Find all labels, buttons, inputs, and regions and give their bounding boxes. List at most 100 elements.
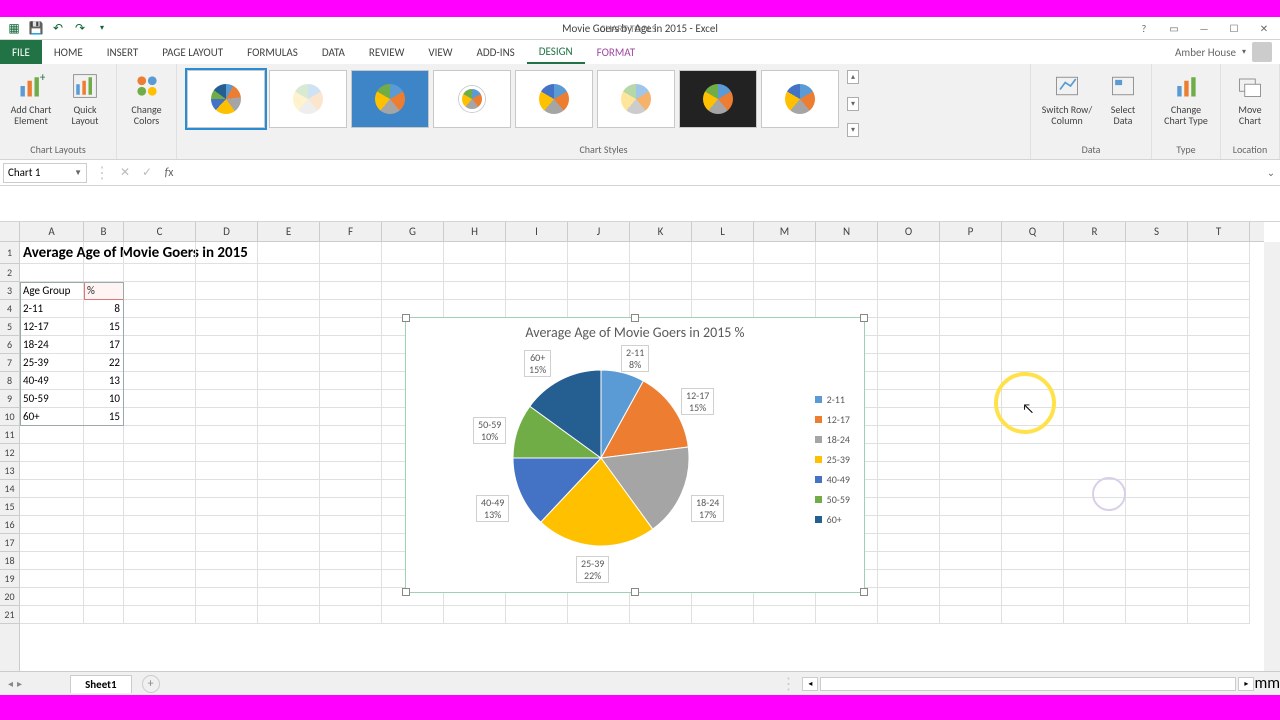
cell[interactable]: [1002, 552, 1064, 570]
move-chart-button[interactable]: Move Chart: [1227, 66, 1273, 141]
cell[interactable]: [320, 242, 382, 264]
row-header[interactable]: 4: [0, 300, 19, 318]
row-header[interactable]: 2: [0, 264, 19, 282]
legend-item[interactable]: 18-24: [815, 433, 850, 446]
cell[interactable]: [878, 516, 940, 534]
cell[interactable]: [506, 606, 568, 624]
cell[interactable]: [1126, 282, 1188, 300]
cell[interactable]: [692, 282, 754, 300]
cell[interactable]: [124, 264, 196, 282]
cell[interactable]: [878, 552, 940, 570]
redo-icon[interactable]: ↷: [72, 20, 88, 36]
cell[interactable]: [1002, 390, 1064, 408]
resize-handle-ne[interactable]: [860, 314, 868, 322]
cell[interactable]: [1126, 336, 1188, 354]
data-label[interactable]: 12-1715%: [681, 388, 714, 415]
cell[interactable]: [940, 498, 1002, 516]
cell[interactable]: [258, 282, 320, 300]
chart-style-1[interactable]: [187, 70, 265, 128]
cell[interactable]: [124, 480, 196, 498]
cell[interactable]: [692, 242, 754, 264]
cell[interactable]: [940, 354, 1002, 372]
tab-home[interactable]: HOME: [42, 40, 95, 64]
undo-icon[interactable]: ↶: [50, 20, 66, 36]
cell[interactable]: [1064, 462, 1126, 480]
row-header[interactable]: 9: [0, 390, 19, 408]
cell[interactable]: [940, 242, 1002, 264]
cell[interactable]: [258, 264, 320, 282]
cell[interactable]: [754, 282, 816, 300]
cell[interactable]: [1188, 354, 1250, 372]
cell[interactable]: [1064, 534, 1126, 552]
horizontal-scrollbar[interactable]: ⋮ ◂ ▸: [774, 676, 1254, 692]
data-label[interactable]: 2-118%: [621, 345, 649, 372]
cell[interactable]: [1126, 264, 1188, 282]
add-chart-element-button[interactable]: + Add Chart Element: [6, 66, 56, 141]
cell[interactable]: 2-11: [20, 300, 84, 318]
cell[interactable]: [124, 534, 196, 552]
cell[interactable]: [124, 390, 196, 408]
fx-icon[interactable]: fx: [158, 162, 180, 184]
tab-insert[interactable]: INSERT: [95, 40, 151, 64]
col-header[interactable]: C: [124, 222, 196, 241]
cell[interactable]: [816, 242, 878, 264]
cell[interactable]: [1188, 498, 1250, 516]
cell[interactable]: [878, 264, 940, 282]
cell[interactable]: [1064, 570, 1126, 588]
cell[interactable]: [1126, 444, 1188, 462]
cell[interactable]: %: [84, 282, 124, 300]
cell[interactable]: 60+: [20, 408, 84, 426]
cell[interactable]: Age Group: [20, 282, 84, 300]
cell[interactable]: 15: [84, 408, 124, 426]
cell[interactable]: [124, 606, 196, 624]
sheet-nav-prev-icon[interactable]: ◂: [8, 677, 13, 690]
cell[interactable]: [320, 588, 382, 606]
cell[interactable]: [1002, 588, 1064, 606]
cell[interactable]: [1188, 588, 1250, 606]
cell[interactable]: [754, 300, 816, 318]
cell[interactable]: [878, 444, 940, 462]
cell[interactable]: [84, 426, 124, 444]
resize-handle-se[interactable]: [860, 588, 868, 596]
cell[interactable]: [1002, 498, 1064, 516]
cell[interactable]: [940, 534, 1002, 552]
cell[interactable]: [258, 444, 320, 462]
cell[interactable]: [940, 462, 1002, 480]
row-header[interactable]: 3: [0, 282, 19, 300]
row-header[interactable]: 18: [0, 552, 19, 570]
cell[interactable]: [1126, 534, 1188, 552]
cell[interactable]: [1002, 516, 1064, 534]
cell[interactable]: [84, 242, 124, 264]
cell[interactable]: [1064, 264, 1126, 282]
cell[interactable]: [1064, 426, 1126, 444]
cell[interactable]: [1126, 516, 1188, 534]
close-icon[interactable]: ✕: [1250, 19, 1278, 37]
col-header[interactable]: H: [444, 222, 506, 241]
cell[interactable]: [1002, 318, 1064, 336]
cell[interactable]: [196, 242, 258, 264]
cell[interactable]: [320, 534, 382, 552]
legend-item[interactable]: 40-49: [815, 473, 850, 486]
cell[interactable]: [878, 390, 940, 408]
cell[interactable]: [940, 426, 1002, 444]
cell[interactable]: [1002, 354, 1064, 372]
cell[interactable]: [84, 498, 124, 516]
cell[interactable]: [878, 462, 940, 480]
data-label[interactable]: 18-2417%: [691, 495, 724, 522]
chart-style-3[interactable]: [351, 70, 429, 128]
cell[interactable]: [258, 552, 320, 570]
cell[interactable]: [84, 552, 124, 570]
cell[interactable]: [258, 390, 320, 408]
cell[interactable]: [20, 606, 84, 624]
row-header[interactable]: 21: [0, 606, 19, 624]
sheet-nav-next-icon[interactable]: ▸: [17, 677, 22, 690]
cell[interactable]: [320, 336, 382, 354]
row-header[interactable]: 15: [0, 498, 19, 516]
cell[interactable]: [1188, 480, 1250, 498]
cell[interactable]: [878, 480, 940, 498]
cell[interactable]: [630, 242, 692, 264]
cell[interactable]: [258, 534, 320, 552]
cell[interactable]: [754, 606, 816, 624]
resize-handle-sw[interactable]: [402, 588, 410, 596]
cell[interactable]: [382, 606, 444, 624]
